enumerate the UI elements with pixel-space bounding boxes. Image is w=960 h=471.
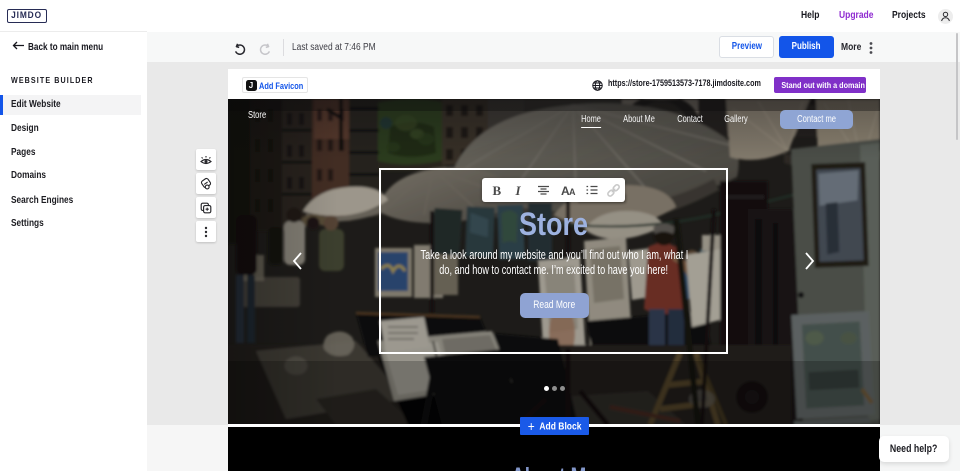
- svg-text:A: A: [569, 187, 576, 197]
- svg-text:B: B: [493, 183, 502, 198]
- svg-text:I: I: [515, 183, 522, 198]
